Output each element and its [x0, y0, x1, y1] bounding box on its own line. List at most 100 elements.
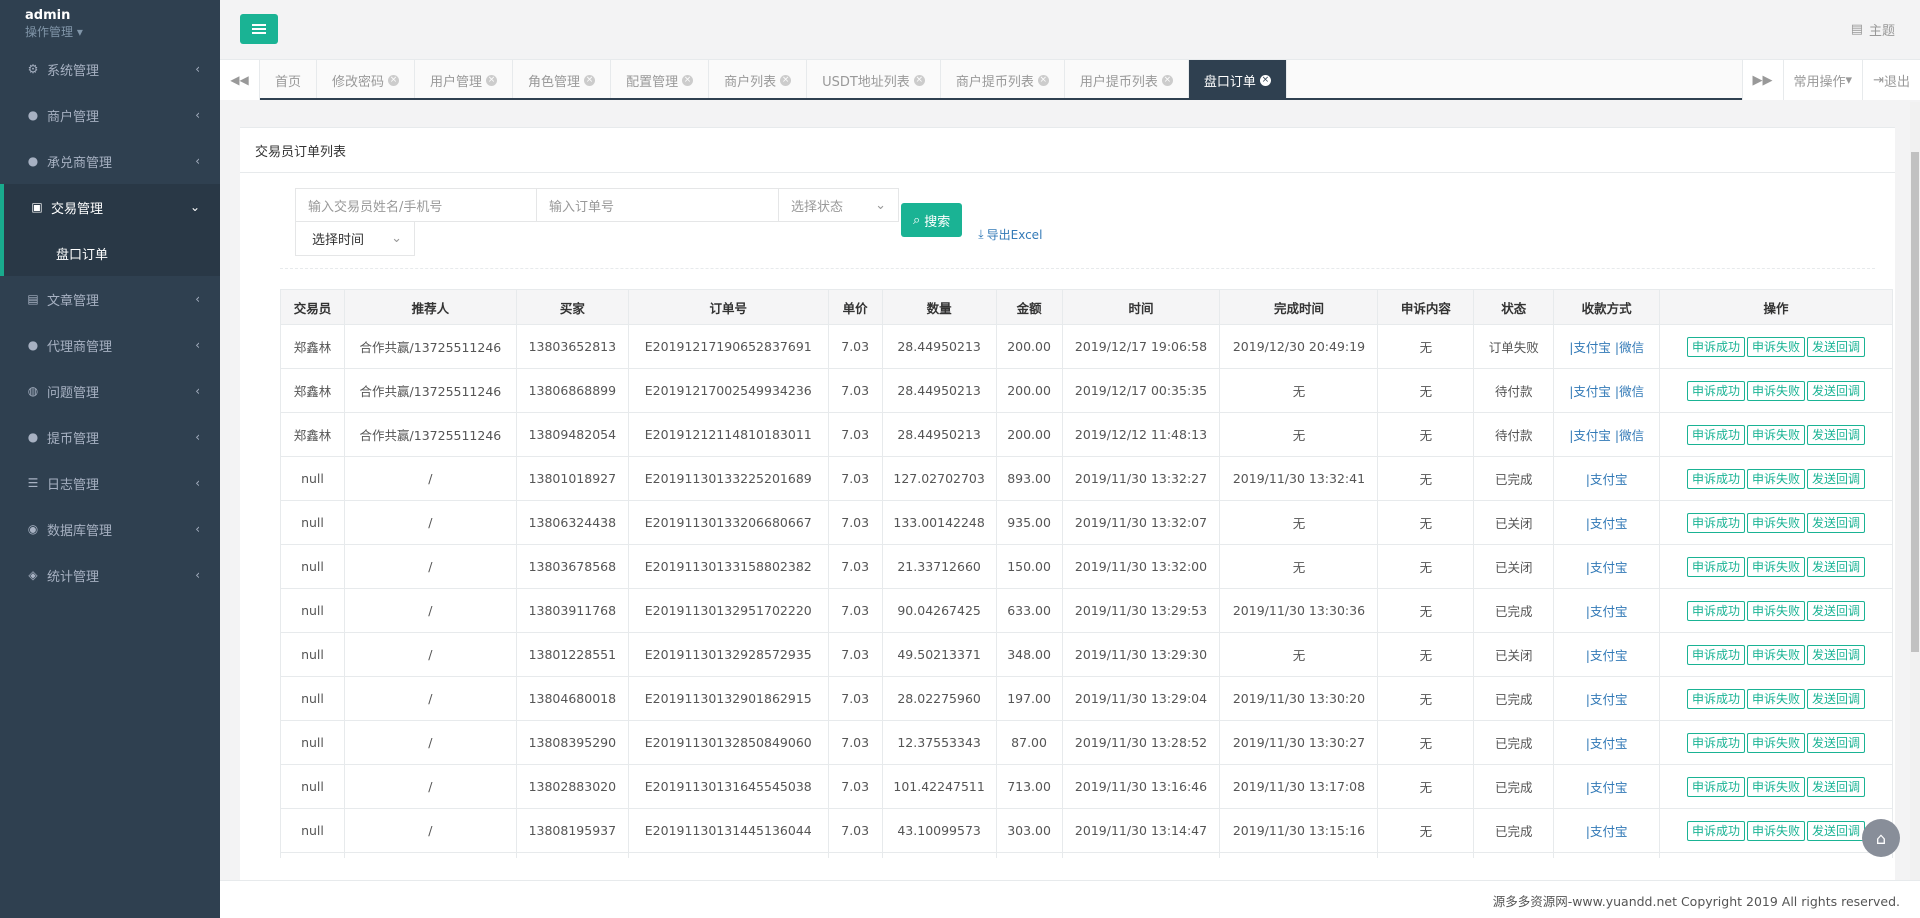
- appeal-success-button[interactable]: 申诉成功: [1687, 820, 1746, 841]
- send-callback-button[interactable]: 发送回调: [1807, 556, 1866, 577]
- appeal-success-button[interactable]: 申诉成功: [1687, 644, 1746, 665]
- table-cell[interactable]: |支付宝: [1553, 588, 1661, 633]
- back-to-top-button[interactable]: ⌂: [1862, 819, 1900, 857]
- sidebar-item[interactable]: ▤ 文章管理 ‹: [0, 276, 220, 322]
- appeal-success-button[interactable]: 申诉成功: [1687, 512, 1746, 533]
- sidebar-item[interactable]: ● 商户管理 ‹: [0, 92, 220, 138]
- tabs-scroll-right-button[interactable]: ▶▶: [1741, 60, 1783, 100]
- appeal-fail-button[interactable]: 申诉失败: [1747, 820, 1806, 841]
- appeal-success-button[interactable]: 申诉成功: [1687, 688, 1746, 709]
- close-icon[interactable]: ×: [1161, 74, 1173, 86]
- appeal-fail-button[interactable]: 申诉失败: [1747, 468, 1806, 489]
- send-callback-button[interactable]: 发送回调: [1807, 468, 1866, 489]
- close-icon[interactable]: ×: [682, 74, 694, 86]
- tab[interactable]: 角色管理 ×: [513, 60, 612, 98]
- appeal-fail-button[interactable]: 申诉失败: [1747, 688, 1806, 709]
- search-button[interactable]: ⌕ 搜索: [901, 203, 963, 237]
- page-scrollbar[interactable]: [1910, 102, 1920, 880]
- sidebar-item[interactable]: ☰ 日志管理 ‹: [0, 460, 220, 506]
- appeal-success-button[interactable]: 申诉成功: [1687, 600, 1746, 621]
- send-callback-button[interactable]: 发送回调: [1807, 424, 1866, 445]
- appeal-success-button[interactable]: 申诉成功: [1687, 468, 1746, 489]
- common-ops-dropdown[interactable]: 常用操作 ▾: [1782, 60, 1863, 100]
- sidebar-item[interactable]: ◈ 统计管理 ‹: [0, 552, 220, 598]
- appeal-fail-button[interactable]: 申诉失败: [1747, 644, 1806, 665]
- tab[interactable]: 用户提币列表 ×: [1065, 60, 1189, 98]
- send-callback-button[interactable]: 发送回调: [1807, 820, 1866, 841]
- appeal-success-button[interactable]: 申诉成功: [1687, 732, 1746, 753]
- appeal-success-button[interactable]: 申诉成功: [1687, 380, 1746, 401]
- tab[interactable]: 商户列表 ×: [709, 60, 808, 98]
- table-cell[interactable]: |支付宝: [1553, 764, 1661, 809]
- table-cell[interactable]: |支付宝: [1553, 676, 1661, 721]
- user-role-dropdown[interactable]: 操作管理 ▾: [25, 24, 220, 40]
- table-cell[interactable]: |支付宝 |微信: [1553, 368, 1661, 413]
- appeal-fail-button[interactable]: 申诉失败: [1747, 512, 1806, 533]
- close-icon[interactable]: ×: [388, 74, 400, 86]
- sidebar-subitem[interactable]: 盘口订单: [0, 230, 220, 276]
- table-cell[interactable]: |支付宝: [1553, 632, 1661, 677]
- trader-search-input[interactable]: 输入交易员姓名/手机号: [295, 188, 537, 222]
- table-cell[interactable]: |支付宝: [1553, 544, 1661, 589]
- export-excel-link[interactable]: ⤓ 导出Excel: [978, 226, 1042, 243]
- send-callback-button[interactable]: 发送回调: [1807, 732, 1866, 753]
- appeal-fail-button[interactable]: 申诉失败: [1747, 556, 1806, 577]
- appeal-fail-button[interactable]: 申诉失败: [1747, 732, 1806, 753]
- scrollbar-thumb[interactable]: [1911, 152, 1919, 652]
- download-icon: ⤓: [978, 227, 984, 241]
- tabs-scroll-left-button[interactable]: ◀◀: [220, 60, 260, 100]
- table-cell[interactable]: |支付宝 |微信: [1553, 412, 1661, 457]
- tab[interactable]: 盘口订单 ×: [1188, 60, 1287, 98]
- sidebar-item[interactable]: ◉ 数据库管理 ‹: [0, 506, 220, 552]
- table-cell[interactable]: |支付宝: [1553, 456, 1661, 501]
- send-callback-button[interactable]: 发送回调: [1807, 688, 1866, 709]
- tab[interactable]: USDT地址列表 ×: [807, 60, 941, 98]
- actions-cell: 申诉成功申诉失败发送回调: [1659, 676, 1893, 721]
- send-callback-button[interactable]: 发送回调: [1807, 644, 1866, 665]
- time-select[interactable]: 选择时间 ⌄: [295, 222, 415, 256]
- send-callback-button[interactable]: 发送回调: [1807, 776, 1866, 797]
- appeal-success-button[interactable]: 申诉成功: [1687, 776, 1746, 797]
- tab[interactable]: 配置管理 ×: [611, 60, 710, 98]
- tab[interactable]: 修改密码 ×: [317, 60, 416, 98]
- close-icon[interactable]: ×: [486, 74, 498, 86]
- tab[interactable]: 首页: [260, 60, 318, 98]
- sidebar-item[interactable]: ● 承兑商管理 ‹: [0, 138, 220, 184]
- tab[interactable]: 商户提币列表 ×: [941, 60, 1065, 98]
- sidebar-item[interactable]: ● 提币管理 ‹: [0, 414, 220, 460]
- table-cell[interactable]: |支付宝: [1553, 500, 1661, 545]
- appeal-fail-button[interactable]: 申诉失败: [1747, 380, 1806, 401]
- sidebar-item[interactable]: ● 代理商管理 ‹: [0, 322, 220, 368]
- table-cell: 郑鑫林: [280, 412, 345, 457]
- sidebar-item[interactable]: ▣ 交易管理 ⌄: [0, 184, 220, 230]
- sidebar-item[interactable]: ⚙ 系统管理 ‹: [0, 46, 220, 92]
- status-select[interactable]: 选择状态 ⌄: [779, 188, 899, 222]
- close-icon[interactable]: ×: [780, 74, 792, 86]
- order-number-input[interactable]: 输入订单号: [537, 188, 779, 222]
- appeal-success-button[interactable]: 申诉成功: [1687, 424, 1746, 445]
- appeal-fail-button[interactable]: 申诉失败: [1747, 600, 1806, 621]
- theme-button[interactable]: ▤ 主题: [1851, 20, 1895, 39]
- send-callback-button[interactable]: 发送回调: [1807, 600, 1866, 621]
- table-cell[interactable]: |支付宝: [1553, 720, 1661, 765]
- table-cell[interactable]: |支付宝: [1553, 852, 1661, 858]
- table-cell[interactable]: |支付宝 |微信: [1553, 324, 1661, 369]
- close-icon[interactable]: ×: [1259, 74, 1271, 86]
- appeal-fail-button[interactable]: 申诉失败: [1747, 424, 1806, 445]
- menu-toggle-button[interactable]: [240, 14, 278, 44]
- close-icon[interactable]: ×: [1037, 74, 1049, 86]
- table-cell[interactable]: |支付宝: [1553, 808, 1661, 853]
- close-icon[interactable]: ×: [913, 74, 925, 86]
- appeal-success-button[interactable]: 申诉成功: [1687, 556, 1746, 577]
- send-callback-button[interactable]: 发送回调: [1807, 512, 1866, 533]
- sidebar-item[interactable]: ◍ 问题管理 ‹: [0, 368, 220, 414]
- close-icon[interactable]: ×: [584, 74, 596, 86]
- send-callback-button[interactable]: 发送回调: [1807, 380, 1866, 401]
- logout-button[interactable]: ⇥ 退出: [1862, 60, 1920, 100]
- appeal-fail-button[interactable]: 申诉失败: [1747, 336, 1806, 357]
- table-cell: 200.00: [995, 368, 1063, 413]
- appeal-fail-button[interactable]: 申诉失败: [1747, 776, 1806, 797]
- tab[interactable]: 用户管理 ×: [415, 60, 514, 98]
- appeal-success-button[interactable]: 申诉成功: [1687, 336, 1746, 357]
- send-callback-button[interactable]: 发送回调: [1807, 336, 1866, 357]
